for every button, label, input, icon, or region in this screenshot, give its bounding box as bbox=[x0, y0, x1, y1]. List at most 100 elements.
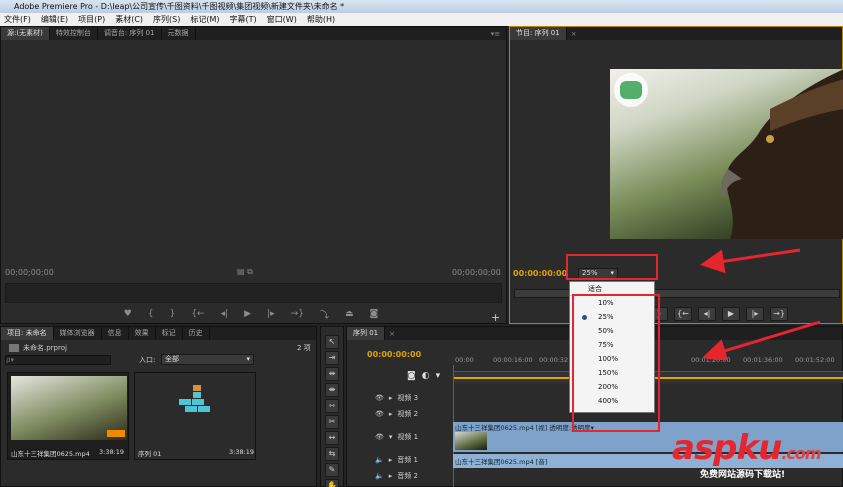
ripple-edit-tool-icon[interactable]: ⇹ bbox=[325, 367, 339, 381]
source-transport: ♥ { } {← ◂| ▶ |▸ →} ⤵ ⏏ ◙ bbox=[61, 307, 441, 321]
tools-panel: ↖ ⇥ ⇹ ⇼ ⇿ ✂ ↔ ⇆ ✎ ✋ ⌕ bbox=[320, 326, 344, 487]
tab-effects[interactable]: 效果 bbox=[129, 327, 156, 340]
go-to-in-icon[interactable]: {← bbox=[191, 309, 204, 319]
add-button-icon[interactable]: + bbox=[491, 311, 500, 324]
project-tabstrip: 项目: 未命名 媒体浏览器 信息 效果 标记 历史 bbox=[1, 327, 316, 340]
speaker-icon[interactable]: 🔈 bbox=[375, 452, 384, 468]
rolling-edit-tool-icon[interactable]: ⇼ bbox=[325, 383, 339, 397]
track-select-tool-icon[interactable]: ⇥ bbox=[325, 351, 339, 365]
clip-thumbnail bbox=[455, 432, 487, 450]
project-file-name: 未命名.prproj bbox=[23, 344, 67, 352]
mark-in-icon[interactable]: { bbox=[148, 309, 154, 319]
sequence-icon bbox=[179, 385, 210, 412]
mark-out-icon[interactable]: } bbox=[170, 309, 176, 319]
source-timecode-out: 00;00;00;00 bbox=[452, 268, 501, 277]
play-icon[interactable]: ▶ bbox=[244, 309, 251, 319]
annotation-box-menu bbox=[572, 294, 660, 432]
menu-marker[interactable]: 标记(M) bbox=[190, 13, 219, 26]
program-video-frame bbox=[610, 69, 843, 239]
program-timecode: 00:00:00:00 bbox=[513, 269, 568, 278]
timeline-snap-controls: ◙ ◐ ▾ bbox=[407, 371, 440, 381]
export-frame-icon[interactable]: ◙ bbox=[369, 309, 378, 319]
annotation-box-zoom bbox=[566, 254, 658, 280]
tab-metadata[interactable]: 元数据 bbox=[162, 27, 196, 40]
watermark-logo: aspku.com bbox=[672, 428, 822, 468]
eye-icon[interactable]: 👁 bbox=[375, 429, 384, 445]
tab-media-browser[interactable]: 媒体浏览器 bbox=[54, 327, 102, 340]
eye-icon[interactable]: 👁 bbox=[375, 406, 384, 422]
track-video-2[interactable]: 👁 ▸ 视频 2 bbox=[347, 406, 453, 422]
menu-file[interactable]: 文件(F) bbox=[4, 13, 31, 26]
sequence-duration: 3:38:19 bbox=[229, 448, 255, 456]
snap-icon[interactable]: ◙ bbox=[407, 371, 416, 381]
annotation-arrows bbox=[700, 248, 821, 360]
tab-info[interactable]: 信息 bbox=[102, 327, 129, 340]
arrow-to-menu bbox=[702, 320, 821, 360]
menu-clip[interactable]: 素材(C) bbox=[115, 13, 143, 26]
close-icon[interactable]: × bbox=[567, 30, 577, 38]
rate-stretch-tool-icon[interactable]: ⇿ bbox=[325, 399, 339, 413]
tab-sequence[interactable]: 序列 01 bbox=[347, 327, 386, 340]
fit-icon[interactable]: ▤ ⧉ bbox=[237, 267, 253, 277]
track-audio-2[interactable]: 🔈 ▸ 音频 2 bbox=[347, 468, 453, 484]
menu-project[interactable]: 项目(P) bbox=[78, 13, 105, 26]
tab-program[interactable]: 节目: 序列 01 bbox=[510, 27, 567, 40]
watermark-tagline: 免费网站源码下载站! bbox=[700, 470, 786, 480]
pen-tool-icon[interactable]: ✎ bbox=[325, 463, 339, 477]
menu-bar: 文件(F) 编辑(E) 项目(P) 素材(C) 序列(S) 标记(M) 字幕(T… bbox=[0, 13, 843, 26]
speaker-icon[interactable]: 🔈 bbox=[375, 468, 384, 484]
track-video-3[interactable]: 👁 ▸ 视频 3 bbox=[347, 390, 453, 406]
razor-tool-icon[interactable]: ✂ bbox=[325, 415, 339, 429]
panel-menu-icon[interactable]: ▾≡ bbox=[491, 30, 506, 38]
overwrite-icon[interactable]: ⏏ bbox=[345, 309, 354, 319]
ruler-label: 00:00 bbox=[455, 356, 474, 364]
project-search-input[interactable] bbox=[5, 355, 111, 365]
in-label: 入口: bbox=[139, 356, 156, 364]
menu-window[interactable]: 窗口(W) bbox=[267, 13, 297, 26]
go-to-out-icon[interactable]: →} bbox=[291, 309, 304, 319]
clip-duration: 3:38:19 bbox=[99, 448, 125, 456]
timeline-timecode: 00:00:00:00 bbox=[367, 350, 422, 359]
close-icon[interactable]: × bbox=[385, 330, 395, 338]
audio-clip-label: 山东十三祥集团0625.mp4 [音] bbox=[455, 458, 548, 466]
tab-audio-mixer[interactable]: 调音台: 序列 01 bbox=[98, 27, 162, 40]
arrow-to-zoom bbox=[700, 248, 801, 274]
selection-tool-icon[interactable]: ↖ bbox=[325, 335, 339, 349]
tab-markers[interactable]: 标记 bbox=[156, 327, 183, 340]
item-count: 2 项 bbox=[297, 344, 311, 352]
tab-project[interactable]: 项目: 未命名 bbox=[1, 327, 54, 340]
project-item-clip[interactable] bbox=[7, 372, 129, 460]
track-audio-1[interactable]: 🔈 ▸ 音频 1 bbox=[347, 452, 453, 468]
step-forward-icon[interactable]: |▸ bbox=[267, 309, 275, 319]
in-filter-select[interactable]: 全部 ▾ bbox=[161, 354, 254, 365]
menu-title[interactable]: 字幕(T) bbox=[230, 13, 257, 26]
project-item-sequence[interactable] bbox=[134, 372, 256, 460]
track-video-1[interactable]: 👁 ▾ 视频 1 bbox=[347, 422, 453, 452]
tab-source[interactable]: 源:(无素材) bbox=[1, 27, 50, 40]
chevron-down-icon: ▾ bbox=[246, 355, 250, 363]
insert-icon[interactable]: ⤵ bbox=[320, 308, 329, 321]
source-timecode-in: 00;00;00;00 bbox=[5, 268, 54, 277]
menu-help[interactable]: 帮助(H) bbox=[307, 13, 335, 26]
slide-tool-icon[interactable]: ⇆ bbox=[325, 447, 339, 461]
menu-edit[interactable]: 编辑(E) bbox=[41, 13, 68, 26]
marker-icon[interactable]: ◐ bbox=[422, 371, 430, 381]
hand-tool-icon[interactable]: ✋ bbox=[325, 479, 339, 487]
menu-sequence[interactable]: 序列(S) bbox=[153, 13, 180, 26]
program-tabstrip: 节目: 序列 01 × bbox=[510, 27, 842, 40]
keyframe-icon[interactable]: ▾ bbox=[436, 371, 441, 381]
channel-logo bbox=[614, 73, 648, 107]
track-headers: 👁 ▸ 视频 3 👁 ▸ 视频 2 👁 ▾ 视频 1 🔈 ▸ 音频 1 🔈 ▸ 音频 2 bbox=[347, 390, 453, 484]
source-tabstrip: 源:(无素材) 特效控制台 调音台: 序列 01 元数据 ▾≡ bbox=[1, 27, 506, 40]
step-back-icon[interactable]: ◂| bbox=[221, 309, 229, 319]
tab-effect-controls[interactable]: 特效控制台 bbox=[50, 27, 98, 40]
sequence-name: 序列 01 bbox=[138, 450, 162, 458]
source-scrubber[interactable] bbox=[5, 283, 502, 303]
slip-tool-icon[interactable]: ↔ bbox=[325, 431, 339, 445]
clip-name: 山东十三祥集团0625.mp4 bbox=[11, 450, 90, 458]
tab-history[interactable]: 历史 bbox=[183, 327, 210, 340]
window-title: Adobe Premiere Pro - D:\leap\公司宣传\千图资料\千… bbox=[0, 0, 843, 13]
clip-type-badge-icon bbox=[107, 430, 125, 437]
eye-icon[interactable]: 👁 bbox=[375, 390, 384, 406]
marker-icon[interactable]: ♥ bbox=[124, 309, 132, 319]
